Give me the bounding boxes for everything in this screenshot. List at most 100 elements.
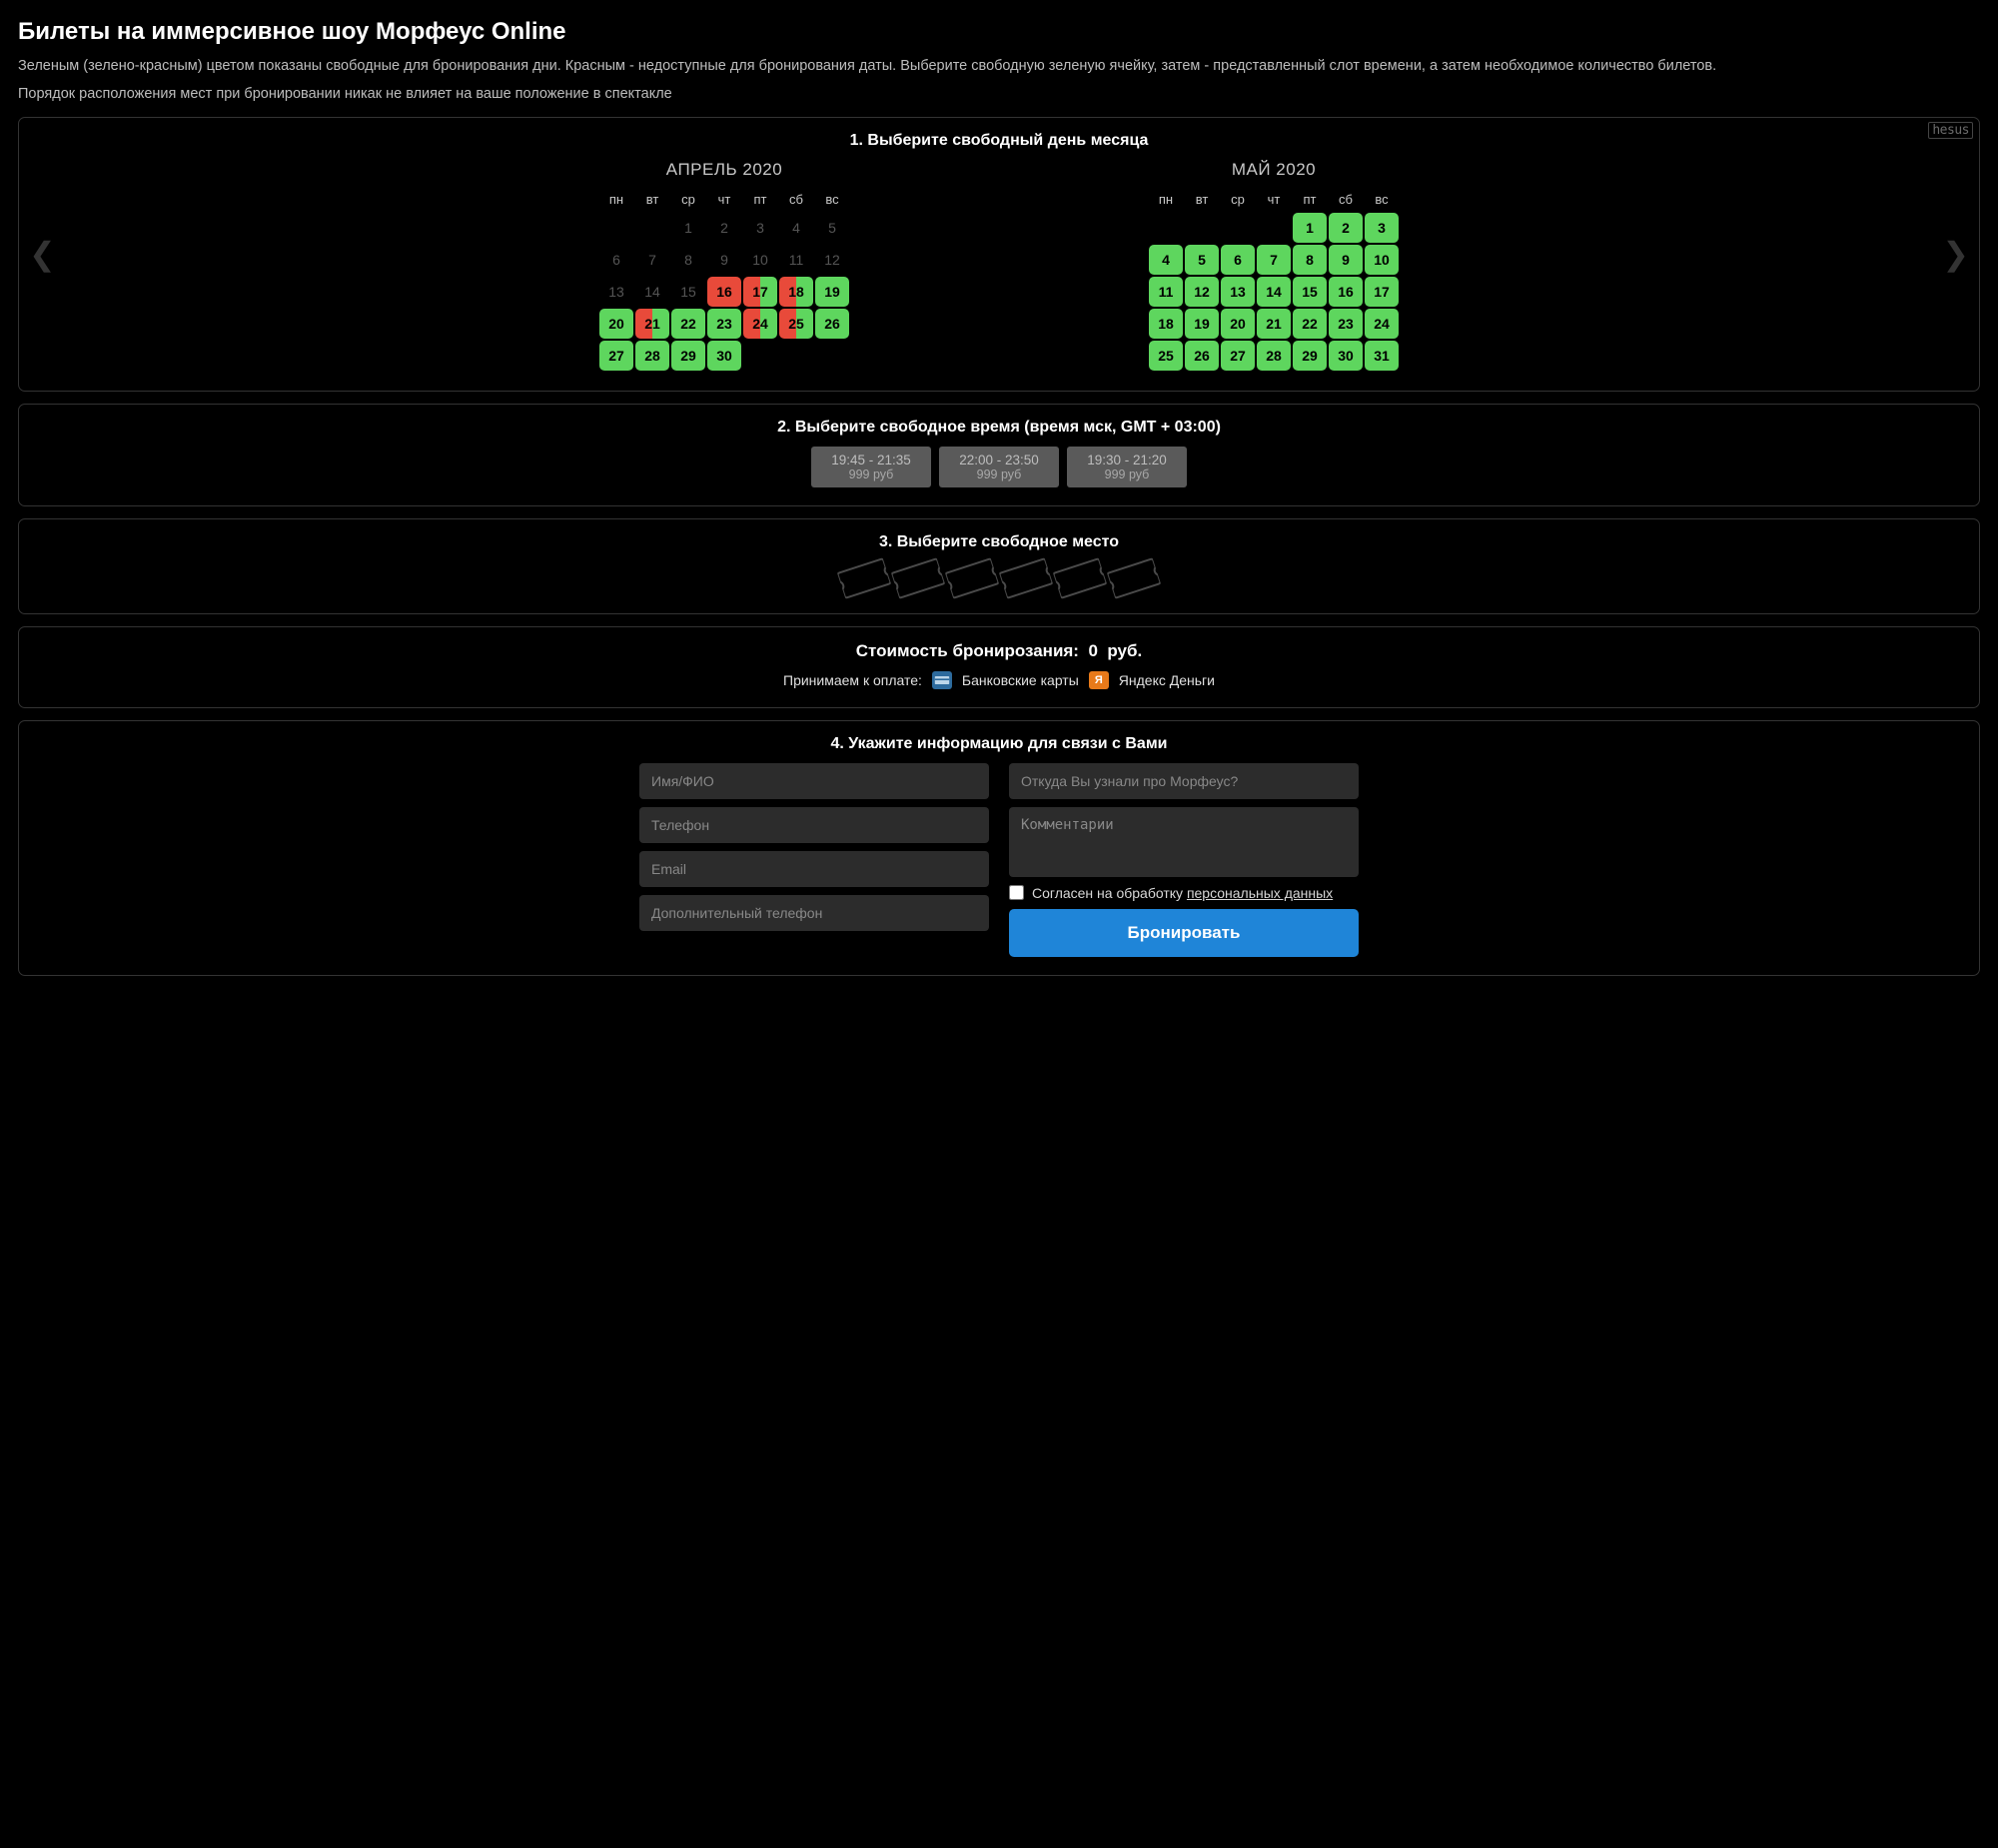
prev-month-button[interactable]: ❮: [29, 238, 56, 270]
slot-price: 999 руб: [957, 467, 1041, 481]
calendar-day[interactable]: 22: [1293, 309, 1327, 339]
intro-text-2: Порядок расположения мест при бронирован…: [18, 84, 1980, 104]
dow-label: пн: [1149, 188, 1183, 211]
calendar-day: 5: [815, 213, 849, 243]
dow-label: вс: [815, 188, 849, 211]
ticket-icon[interactable]: [998, 554, 1054, 601]
phone-input[interactable]: [639, 807, 989, 843]
name-input[interactable]: [639, 763, 989, 799]
consent-link[interactable]: персональных данных: [1187, 885, 1333, 901]
calendar-day[interactable]: 15: [1293, 277, 1327, 307]
calendar-day[interactable]: 29: [1293, 341, 1327, 371]
calendar-day[interactable]: 25: [1149, 341, 1183, 371]
calendar-day[interactable]: 26: [815, 309, 849, 339]
calendar-day[interactable]: 16: [1329, 277, 1363, 307]
calendar-day[interactable]: 14: [1257, 277, 1291, 307]
calendar-day: 12: [815, 245, 849, 275]
calendar-day[interactable]: 19: [1185, 309, 1219, 339]
calendar-day[interactable]: 17: [1365, 277, 1399, 307]
calendar-day[interactable]: 24: [1365, 309, 1399, 339]
month-title: АПРЕЛЬ 2020: [599, 160, 849, 180]
calendar-day: [743, 341, 777, 371]
ticket-icon[interactable]: [836, 554, 892, 601]
calendar-day[interactable]: 3: [1365, 213, 1399, 243]
time-slot[interactable]: 19:45 - 21:35999 руб: [811, 447, 931, 487]
calendar-day: [779, 341, 813, 371]
calendar-day[interactable]: 28: [635, 341, 669, 371]
dow-label: ср: [1221, 188, 1255, 211]
calendar-day[interactable]: 21: [635, 309, 669, 339]
ticket-icon[interactable]: [1052, 554, 1108, 601]
calendar-day[interactable]: 29: [671, 341, 705, 371]
next-month-button[interactable]: ❯: [1942, 238, 1969, 270]
calendar-day[interactable]: 20: [1221, 309, 1255, 339]
source-input[interactable]: [1009, 763, 1359, 799]
ticket-icon[interactable]: [944, 554, 1000, 601]
calendar-day[interactable]: 11: [1149, 277, 1183, 307]
calendar-day[interactable]: 27: [599, 341, 633, 371]
calendar-day[interactable]: 7: [1257, 245, 1291, 275]
calendar-day[interactable]: 6: [1221, 245, 1255, 275]
dow-label: пт: [1293, 188, 1327, 211]
book-button[interactable]: Бронировать: [1009, 909, 1359, 957]
calendar-day[interactable]: 30: [1329, 341, 1363, 371]
calendar-day[interactable]: 19: [815, 277, 849, 307]
calendar-day[interactable]: 30: [707, 341, 741, 371]
ticket-icon[interactable]: [1106, 554, 1162, 601]
calendar-day[interactable]: 24: [743, 309, 777, 339]
calendar-day[interactable]: 5: [1185, 245, 1219, 275]
calendar-day[interactable]: 22: [671, 309, 705, 339]
calendar-day: [635, 213, 669, 243]
time-slot[interactable]: 19:30 - 21:20999 руб: [1067, 447, 1187, 487]
calendar-day: 11: [779, 245, 813, 275]
calendar-day[interactable]: 12: [1185, 277, 1219, 307]
slot-price: 999 руб: [1085, 467, 1169, 481]
consent-row[interactable]: Согласен на обработку персональных данны…: [1009, 885, 1359, 901]
calendar-day: [1221, 213, 1255, 243]
calendar-day[interactable]: 21: [1257, 309, 1291, 339]
comment-input[interactable]: [1009, 807, 1359, 877]
intro-text-1: Зеленым (зелено-красным) цветом показаны…: [18, 56, 1980, 76]
email-input[interactable]: [639, 851, 989, 887]
calendar-day[interactable]: 25: [779, 309, 813, 339]
calendar-day[interactable]: 23: [707, 309, 741, 339]
calendar-day[interactable]: 27: [1221, 341, 1255, 371]
consent-text: Согласен на обработку: [1032, 885, 1187, 901]
calendar-day[interactable]: 16: [707, 277, 741, 307]
slot-time: 19:45 - 21:35: [829, 453, 913, 467]
calendar-day: 3: [743, 213, 777, 243]
calendar-day[interactable]: 13: [1221, 277, 1255, 307]
cost-line: Стоимость бронирозания: 0 руб.: [33, 641, 1965, 661]
calendar-day[interactable]: 10: [1365, 245, 1399, 275]
ticket-icon[interactable]: [890, 554, 946, 601]
calendar-day[interactable]: 1: [1293, 213, 1327, 243]
calendar-day[interactable]: 26: [1185, 341, 1219, 371]
calendar-day: 8: [671, 245, 705, 275]
consent-checkbox[interactable]: [1009, 885, 1024, 900]
slot-price: 999 руб: [829, 467, 913, 481]
dow-label: вт: [635, 188, 669, 211]
calendar-day: [1257, 213, 1291, 243]
calendar-day[interactable]: 18: [1149, 309, 1183, 339]
slot-time: 19:30 - 21:20: [1085, 453, 1169, 467]
step3-panel: 3. Выберите свободное место: [18, 518, 1980, 614]
calendar-day[interactable]: 4: [1149, 245, 1183, 275]
time-slot[interactable]: 22:00 - 23:50999 руб: [939, 447, 1059, 487]
calendar-day: 13: [599, 277, 633, 307]
calendar-day[interactable]: 23: [1329, 309, 1363, 339]
calendar-day[interactable]: 31: [1365, 341, 1399, 371]
calendar-day: [1149, 213, 1183, 243]
calendar-day[interactable]: 18: [779, 277, 813, 307]
cost-panel: Стоимость бронирозания: 0 руб. Принимаем…: [18, 626, 1980, 708]
calendar-day[interactable]: 17: [743, 277, 777, 307]
calendar-day[interactable]: 8: [1293, 245, 1327, 275]
calendar-day[interactable]: 9: [1329, 245, 1363, 275]
calendar-day[interactable]: 2: [1329, 213, 1363, 243]
phone2-input[interactable]: [639, 895, 989, 931]
accept-label: Принимаем к оплате:: [783, 672, 922, 688]
step4-title: 4. Укажите информацию для связи с Вами: [33, 735, 1965, 753]
dow-label: сб: [1329, 188, 1363, 211]
payment-methods: Принимаем к оплате: Банковские карты Я Я…: [33, 671, 1965, 689]
calendar-day[interactable]: 28: [1257, 341, 1291, 371]
calendar-day[interactable]: 20: [599, 309, 633, 339]
